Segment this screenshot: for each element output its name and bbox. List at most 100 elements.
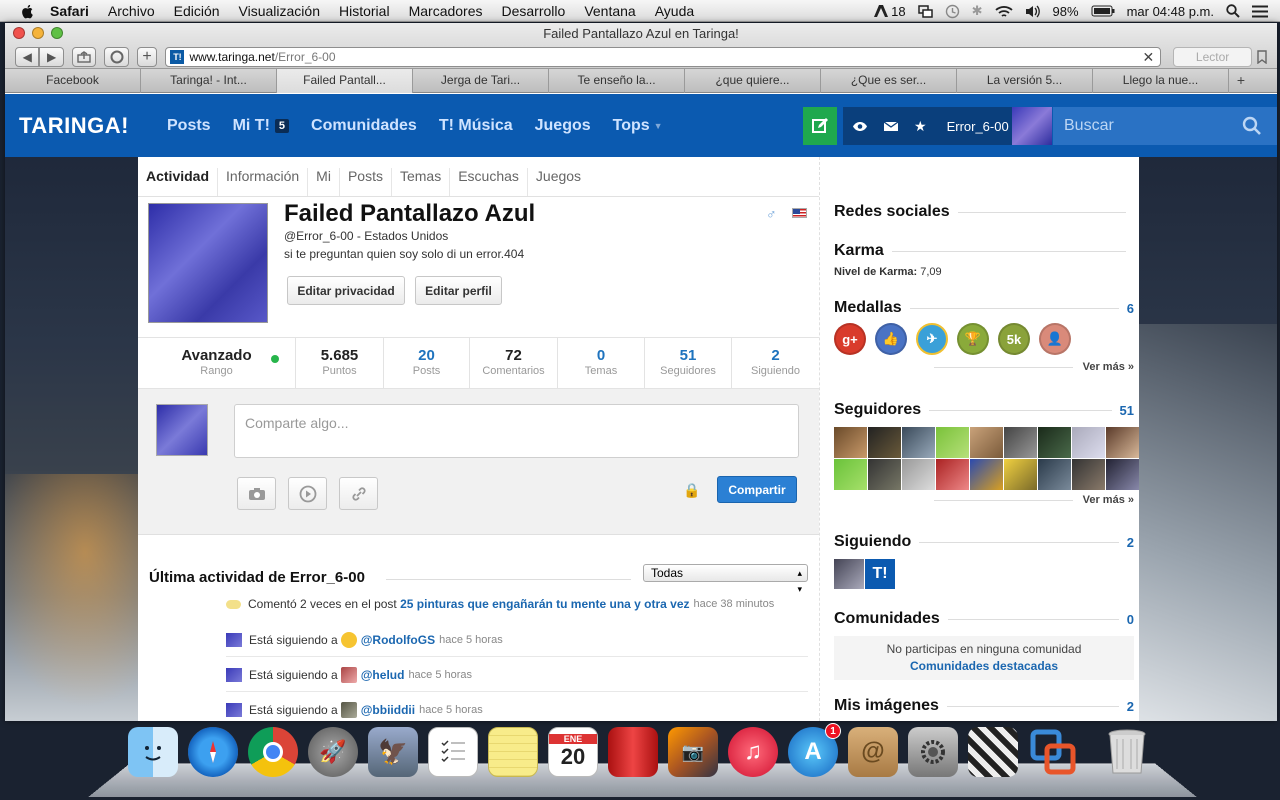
following-avatar[interactable] [834, 559, 864, 589]
battery-percent[interactable]: 98% [1053, 4, 1079, 19]
iphoto-icon[interactable]: 📷 [668, 727, 718, 777]
nav-posts[interactable]: Posts [167, 117, 211, 135]
stat-seguidores[interactable]: 51 Seguidores [645, 338, 732, 388]
activity-link[interactable]: @RodolfoGS [361, 633, 435, 647]
tab-que-quiere[interactable]: ¿que quiere... [685, 69, 821, 93]
bluetooth-icon[interactable]: ✱ [972, 3, 983, 19]
finder-icon[interactable] [128, 727, 178, 777]
tab-posts[interactable]: Posts [340, 168, 392, 196]
follower-avatar[interactable] [1038, 427, 1071, 458]
medals-count[interactable]: 6 [1127, 301, 1134, 316]
menu-ayuda[interactable]: Ayuda [655, 3, 694, 19]
followers-see-more[interactable]: Ver más » [1083, 494, 1134, 506]
follower-avatar[interactable] [1004, 427, 1037, 458]
clock[interactable]: mar 04:48 p.m. [1127, 4, 1214, 19]
screens-icon[interactable] [917, 4, 933, 18]
menu-desarrollo[interactable]: Desarrollo [502, 3, 566, 19]
back-button[interactable]: ◀ [15, 47, 40, 67]
new-post-button[interactable] [803, 107, 837, 145]
menu-historial[interactable]: Historial [339, 3, 390, 19]
tab-te-enseno[interactable]: Te enseño la... [549, 69, 685, 93]
edit-profile-button[interactable]: Editar perfil [415, 276, 502, 305]
eye-icon[interactable] [852, 121, 868, 132]
sidebar-toggle-icon[interactable] [1256, 47, 1269, 67]
menu-archivo[interactable]: Archivo [108, 3, 155, 19]
follower-avatar[interactable] [902, 427, 935, 458]
search-icon[interactable] [1242, 116, 1262, 136]
medal-5k-icon[interactable]: 5k [998, 323, 1030, 355]
follower-avatar[interactable] [1106, 459, 1139, 490]
medal-plane-icon[interactable]: ✈ [916, 323, 948, 355]
adobe-status[interactable]: 18 [874, 4, 906, 19]
follower-avatar[interactable] [1106, 427, 1139, 458]
medal-user-icon[interactable]: 👤 [1039, 323, 1071, 355]
profile-avatar[interactable] [148, 203, 268, 323]
trash-icon[interactable] [1102, 727, 1152, 777]
tab-escuchas[interactable]: Escuchas [450, 168, 528, 196]
follower-avatar[interactable] [868, 427, 901, 458]
itunes-icon[interactable]: ♫ [728, 727, 778, 777]
edit-privacy-button[interactable]: Editar privacidad [287, 276, 405, 305]
share-button[interactable]: Compartir [717, 476, 797, 503]
activity-link[interactable]: 25 pinturas que engañarán tu mente una y… [400, 597, 689, 611]
medal-googleplus-icon[interactable]: g+ [834, 323, 866, 355]
tab-actividad[interactable]: Actividad [138, 168, 219, 196]
link-icon[interactable] [339, 477, 378, 510]
menu-app-name[interactable]: Safari [50, 3, 89, 19]
stop-loading-icon[interactable]: ✕ [1143, 49, 1155, 66]
follower-avatar[interactable] [1004, 459, 1037, 490]
stat-temas[interactable]: 0 Temas [558, 338, 645, 388]
tab-version-5[interactable]: La versión 5... [957, 69, 1093, 93]
camera-icon[interactable] [237, 477, 276, 510]
follower-avatar[interactable] [936, 427, 969, 458]
search-input[interactable]: Buscar [1053, 107, 1277, 145]
volume-icon[interactable] [1025, 5, 1041, 18]
medals-see-more[interactable]: Ver más » [1083, 361, 1134, 373]
follower-avatar[interactable] [1038, 459, 1071, 490]
safari-icon[interactable] [188, 727, 238, 777]
images-count[interactable]: 2 [1127, 699, 1134, 714]
system-preferences-icon[interactable] [908, 727, 958, 777]
tab-taringa-int[interactable]: Taringa! - Int... [141, 69, 277, 93]
follower-avatar[interactable] [834, 459, 867, 490]
menu-ventana[interactable]: Ventana [584, 3, 635, 19]
tab-temas[interactable]: Temas [392, 168, 451, 196]
activity-link[interactable]: @bbiiddii [361, 703, 415, 717]
follower-avatar[interactable] [834, 427, 867, 458]
follower-avatar[interactable] [868, 459, 901, 490]
stat-siguiendo[interactable]: 2 Siguiendo [732, 338, 819, 388]
nav-t-musica[interactable]: T! Música [439, 117, 513, 135]
forward-button[interactable]: ▶ [39, 47, 64, 67]
add-tab-button[interactable]: + [1229, 69, 1253, 92]
communities-count[interactable]: 0 [1127, 612, 1134, 627]
spotlight-icon[interactable] [1226, 4, 1240, 18]
nav-comunidades[interactable]: Comunidades [311, 117, 417, 135]
wifi-icon[interactable] [994, 5, 1013, 18]
follower-avatar[interactable] [970, 459, 1003, 490]
video-play-icon[interactable] [288, 477, 327, 510]
reading-list-icon[interactable] [104, 47, 129, 67]
menu-visualizacion[interactable]: Visualización [239, 3, 320, 19]
activity-filter-select[interactable]: Todas ▴ ▾ [643, 564, 808, 594]
chrome-icon[interactable] [248, 727, 298, 777]
activity-link[interactable]: @helud [361, 668, 405, 682]
tab-informacion[interactable]: Información [218, 168, 309, 196]
tab-jerga[interactable]: Jerga de Tari... [413, 69, 549, 93]
notification-center-icon[interactable] [1252, 5, 1268, 18]
final-cut-icon[interactable] [968, 727, 1018, 777]
mail-app-icon[interactable]: 🦅 [368, 727, 418, 777]
photo-booth-icon[interactable] [608, 727, 658, 777]
stat-posts[interactable]: 20 Posts [384, 338, 470, 388]
follower-avatar[interactable] [936, 459, 969, 490]
share-icon[interactable] [71, 47, 97, 67]
address-bar[interactable]: T! www.taringa.net/Error_6-00 ✕ [165, 47, 1162, 67]
tab-failed-pantallazo[interactable]: Failed Pantall... [277, 69, 413, 93]
nav-juegos[interactable]: Juegos [535, 117, 591, 135]
tab-llego-la-nue[interactable]: Llego la nue... [1093, 69, 1229, 93]
featured-communities-link[interactable]: Comunidades destacadas [834, 659, 1134, 673]
followers-count[interactable]: 51 [1120, 403, 1134, 418]
menu-marcadores[interactable]: Marcadores [409, 3, 483, 19]
launchpad-icon[interactable]: 🚀 [308, 727, 358, 777]
notes-icon[interactable] [488, 727, 538, 777]
calendar-icon[interactable]: ENE 20 [548, 727, 598, 777]
